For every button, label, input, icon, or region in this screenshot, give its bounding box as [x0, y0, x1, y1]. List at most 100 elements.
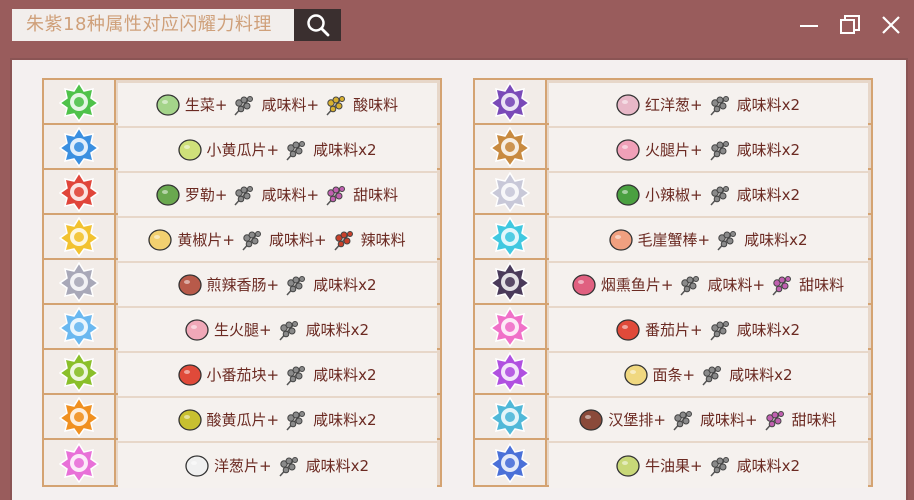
- ingredient-label: 甜味料: [799, 276, 845, 294]
- recipe-ingredient: 咸味料x2: [281, 361, 378, 389]
- noodles-icon: [623, 362, 649, 388]
- ingredient-label: 咸味料+: [261, 96, 320, 114]
- recipe-ingredient: 咸味料x2: [705, 91, 802, 119]
- recipe-ingredient: 小辣椒+: [615, 182, 705, 208]
- close-button[interactable]: [876, 10, 906, 40]
- recipe-ingredient: 甜味料: [767, 271, 846, 299]
- recipe-ingredient: 红洋葱+: [615, 92, 705, 118]
- ingredient-label: 酸黄瓜片+: [206, 411, 280, 429]
- recipe-cell: 生火腿+ 咸味料x2: [118, 308, 437, 351]
- fire-type-icon: [44, 170, 116, 213]
- recipe-ingredient: 番茄片+: [615, 317, 705, 343]
- ingredient-label: 火腿片+: [645, 141, 703, 159]
- red-onion-icon: [615, 92, 641, 118]
- herb-icon: [281, 271, 309, 299]
- herb-icon: [229, 91, 257, 119]
- recipe-ingredient: 咸味料+: [668, 406, 760, 434]
- herb-icon: [705, 316, 733, 344]
- recipe-ingredient: 面条+: [623, 362, 698, 388]
- recipe-ingredient: 辣味料: [329, 226, 408, 254]
- ingredient-label: 洋葱片+: [214, 457, 272, 475]
- herb-icon: [705, 452, 733, 480]
- ingredient-label: 咸味料x2: [736, 186, 800, 204]
- ingredient-label: 罗勒+: [184, 186, 228, 204]
- recipe-ingredient: 咸味料x2: [274, 316, 371, 344]
- ham-icon: [184, 317, 210, 343]
- basil-icon: [155, 182, 181, 208]
- smoked-fish-icon: [571, 272, 597, 298]
- steel-type-icon: [475, 395, 547, 438]
- recipe-cell: 小番茄块+ 咸味料x2: [118, 353, 437, 396]
- recipe-cell: 汉堡排+ 咸味料+ 甜味料: [549, 398, 868, 441]
- ice-type-icon: [44, 305, 116, 348]
- poison-type-icon: [475, 350, 547, 393]
- flying-type-icon: [475, 170, 547, 213]
- herb-icon: [281, 406, 309, 434]
- recipe-cell: 牛油果+ 咸味料x2: [549, 443, 868, 488]
- search-icon: [306, 14, 329, 37]
- ingredient-label: 咸味料+: [268, 231, 327, 249]
- herb-pink-icon: [321, 181, 349, 209]
- minimize-button[interactable]: [794, 10, 824, 40]
- herb-icon: [274, 316, 302, 344]
- ingredient-label: 咸味料x2: [313, 276, 377, 294]
- recipe-ingredient: 咸味料x2: [712, 226, 809, 254]
- herb-yellow-icon: [321, 91, 349, 119]
- recipe-cell: 面条+ 咸味料x2: [549, 353, 868, 396]
- ingredient-label: 甜味料: [353, 186, 399, 204]
- recipe-ingredient: 小番茄块+: [177, 362, 282, 388]
- herb-pink-icon: [767, 271, 795, 299]
- recipe-ingredient: 咸味料+: [229, 181, 321, 209]
- ingredient-label: 酸味料: [353, 96, 399, 114]
- title-bar: 朱紫18种属性对应闪耀力料理: [0, 0, 914, 50]
- recipe-row-normal: 煎辣香肠+ 咸味料x2: [44, 260, 440, 306]
- recipe-row-fire: 罗勒+ 咸味料+ 甜味料: [44, 170, 440, 216]
- recipe-ingredient: 黄椒片+: [147, 227, 237, 253]
- ingredient-label: 生菜+: [184, 96, 228, 114]
- recipe-ingredient: 甜味料: [321, 181, 400, 209]
- recipe-row-dragon: 牛油果+ 咸味料x2: [475, 440, 871, 488]
- ingredient-label: 毛崖蟹棒+: [637, 231, 711, 249]
- recipe-ingredient: 咸味料+: [229, 91, 321, 119]
- ingredient-label: 汉堡排+: [608, 411, 666, 429]
- ingredient-label: 咸味料+: [261, 186, 320, 204]
- recipe-ingredient: 咸味料+: [237, 226, 329, 254]
- recipe-ingredient: 咸味料x2: [705, 181, 802, 209]
- search-button[interactable]: [294, 9, 341, 41]
- herb-icon: [274, 452, 302, 480]
- ghost-type-icon: [475, 80, 547, 123]
- recipe-ingredient: 毛崖蟹棒+: [608, 227, 713, 253]
- herb-icon: [712, 226, 740, 254]
- recipe-cell: 洋葱片+ 咸味料x2: [118, 443, 437, 488]
- ingredient-label: 咸味料x2: [313, 411, 377, 429]
- herb-icon: [237, 226, 265, 254]
- ingredient-label: 甜味料: [791, 411, 837, 429]
- recipe-cell: 罗勒+ 咸味料+ 甜味料: [118, 173, 437, 216]
- recipe-cell: 小黄瓜片+ 咸味料x2: [118, 128, 437, 171]
- ingredient-label: 黄椒片+: [177, 231, 235, 249]
- ingredient-label: 小番茄块+: [206, 366, 280, 384]
- electric-type-icon: [44, 215, 116, 258]
- avocado-icon: [615, 453, 641, 479]
- herb-icon: [675, 271, 703, 299]
- recipe-row-grass: 生菜+ 咸味料+ 酸味料: [44, 80, 440, 126]
- normal-type-icon: [44, 260, 116, 303]
- recipe-ingredient: 生菜+: [155, 92, 230, 118]
- fighting-type-icon: [44, 395, 116, 438]
- recipe-ingredient: 咸味料x2: [705, 452, 802, 480]
- window-title: 朱紫18种属性对应闪耀力料理: [12, 9, 294, 41]
- psychic-type-icon: [475, 305, 547, 348]
- recipe-ingredient: 甜味料: [760, 406, 839, 434]
- ingredient-label: 咸味料x2: [313, 366, 377, 384]
- maximize-button[interactable]: [835, 10, 865, 40]
- left-recipe-table: 生菜+ 咸味料+ 酸味料 小黄瓜片+ 咸味料x2 罗勒+ 咸味料+ 甜味料 黄椒…: [42, 78, 442, 488]
- ingredient-label: 小黄瓜片+: [206, 141, 280, 159]
- recipe-ingredient: 酸黄瓜片+: [177, 407, 282, 433]
- recipe-cell: 小辣椒+ 咸味料x2: [549, 173, 868, 216]
- ingredient-label: 咸味料+: [699, 411, 758, 429]
- ingredient-label: 红洋葱+: [645, 96, 703, 114]
- grass-type-icon: [44, 80, 116, 123]
- fairy-type-icon: [44, 440, 116, 485]
- recipe-cell: 酸黄瓜片+ 咸味料x2: [118, 398, 437, 441]
- recipe-row-water: 小黄瓜片+ 咸味料x2: [44, 125, 440, 171]
